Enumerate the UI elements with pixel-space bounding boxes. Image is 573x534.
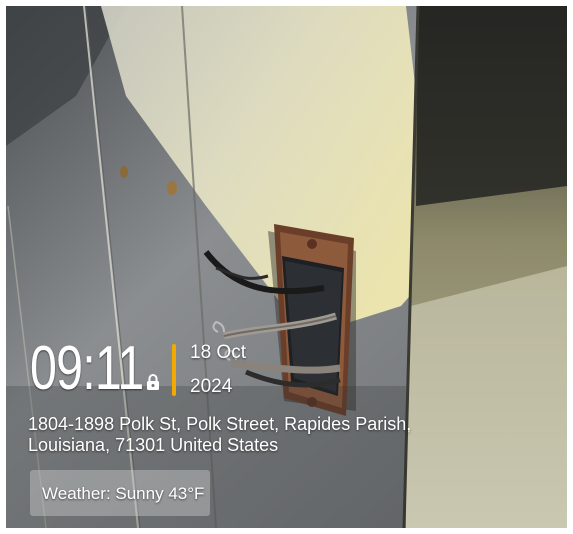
time-display: 09:11 bbox=[30, 334, 144, 403]
lock-icon bbox=[147, 374, 159, 390]
accent-divider bbox=[172, 344, 176, 396]
weather-text: Weather: Sunny 43°F bbox=[42, 484, 205, 503]
date-day: 18 Oct bbox=[190, 342, 246, 363]
date-year: 2024 bbox=[190, 376, 233, 397]
location-address: 1804-1898 Polk St, Polk Street, Rapides … bbox=[28, 414, 412, 455]
